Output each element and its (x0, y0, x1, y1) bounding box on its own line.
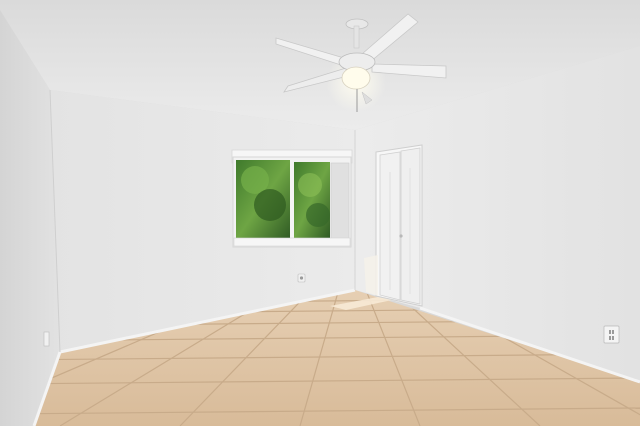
closet-light-spill (364, 255, 378, 296)
wall-outlet-right (603, 325, 620, 344)
fan-light-globe (341, 66, 371, 90)
window-side-blind (330, 162, 350, 240)
window-mullion (290, 160, 294, 240)
empty-bedroom-photo (0, 0, 640, 426)
room-illustration (0, 0, 640, 426)
closet-door-right (400, 147, 421, 305)
window-sill (233, 237, 351, 247)
closet-knob (399, 234, 403, 238)
window (231, 149, 353, 248)
wall-outlet-left (43, 331, 50, 347)
closet (375, 144, 423, 307)
